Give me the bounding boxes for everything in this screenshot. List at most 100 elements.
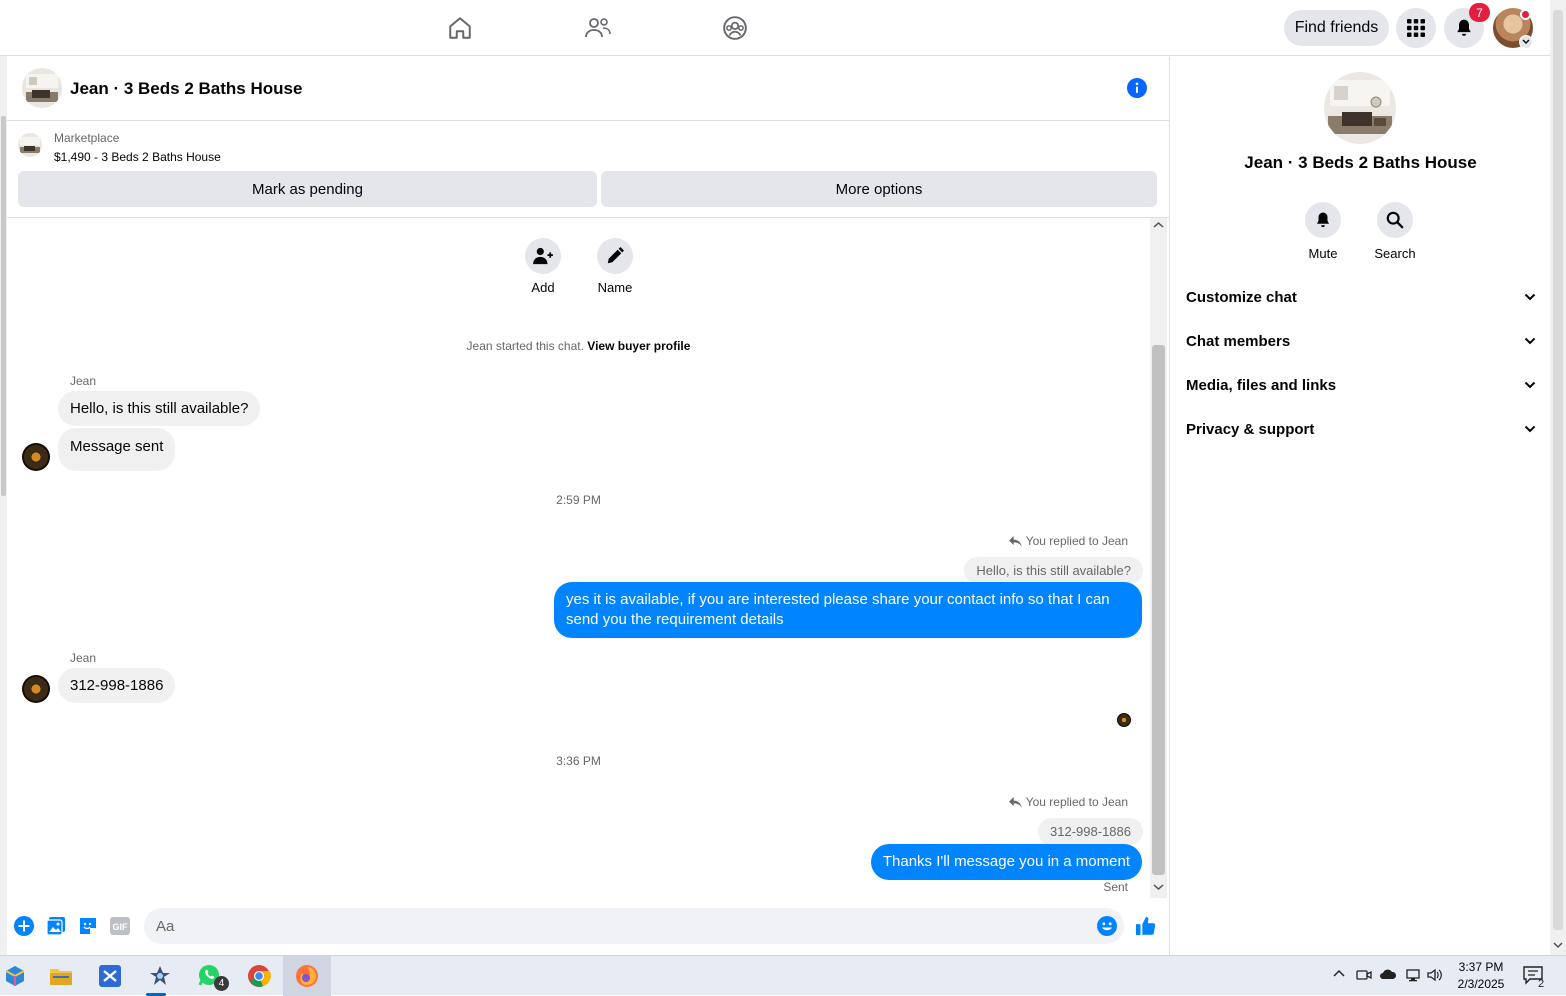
chat-details-panel: Jean · 3 Beds 2 Baths House Mute Search …: [1169, 57, 1550, 955]
view-buyer-profile-link[interactable]: View buyer profile: [587, 339, 690, 353]
notifications-count-badge: 7: [1469, 3, 1490, 22]
mark-as-pending-button[interactable]: Mark as pending: [18, 171, 597, 207]
chevron-down-icon: [1524, 381, 1536, 389]
pencil-icon: [597, 238, 633, 274]
chevron-down-icon: [1524, 425, 1536, 433]
chrome-icon[interactable]: [244, 961, 274, 991]
home-icon[interactable]: [440, 10, 480, 46]
search-in-chat-button[interactable]: Search: [1365, 202, 1425, 261]
profile-status-dot: [1520, 9, 1531, 20]
name-chat-button[interactable]: Name: [585, 238, 645, 295]
scroll-down-arrow-icon[interactable]: [1150, 882, 1167, 892]
add-people-button[interactable]: Add: [513, 238, 573, 295]
section-label: Media, files and links: [1186, 376, 1337, 394]
copilot-app-icon[interactable]: [0, 961, 30, 991]
sticker-icon[interactable]: [76, 914, 100, 938]
file-explorer-icon[interactable]: [46, 961, 76, 991]
marketplace-label: Marketplace: [54, 131, 120, 145]
thread-scrollbar-thumb[interactable]: [1152, 345, 1165, 875]
thumbs-up-icon[interactable]: [1134, 914, 1158, 938]
add-person-icon: [525, 238, 561, 274]
taskbar-clock-time[interactable]: 3:37 PM: [1445, 960, 1517, 974]
section-label: Privacy & support: [1186, 420, 1315, 438]
customize-chat-section[interactable]: Customize chat: [1186, 283, 1536, 311]
chat-members-section[interactable]: Chat members: [1186, 327, 1536, 355]
scroll-up-arrow-icon[interactable]: [1150, 220, 1167, 230]
scroll-down-arrow-icon[interactable]: [1550, 940, 1566, 950]
reply-note-text: You replied to Jean: [1025, 795, 1128, 809]
reply-arrow-icon: [1008, 535, 1022, 547]
photo-icon[interactable]: [44, 914, 68, 938]
dev-app-icon[interactable]: [145, 961, 175, 991]
message-status: Sent: [1103, 880, 1128, 894]
section-label: Customize chat: [1186, 288, 1297, 306]
mute-label: Mute: [1308, 246, 1338, 261]
incoming-message[interactable]: 312-998-1886: [58, 668, 176, 703]
listing-title[interactable]: $1,490 - 3 Beds 2 Baths House: [54, 150, 221, 164]
marketplace-listing-bar: Marketplace $1,490 - 3 Beds 2 Baths Hous…: [7, 121, 1169, 218]
timestamp: 2:59 PM: [556, 493, 601, 507]
chat-header: Jean · 3 Beds 2 Baths House: [7, 57, 1169, 121]
listing-thumbnail[interactable]: [18, 133, 42, 157]
find-friends-button[interactable]: Find friends: [1284, 10, 1389, 46]
reply-note: You replied to Jean: [1008, 795, 1128, 809]
search-label: Search: [1374, 246, 1416, 261]
page-scrollbar-thumb[interactable]: [1553, 10, 1563, 930]
outgoing-message[interactable]: yes it is available, if you are interest…: [554, 582, 1142, 638]
incoming-message[interactable]: Hello, is this still available?: [58, 391, 261, 426]
menu-grid-icon[interactable]: [1396, 8, 1436, 48]
groups-icon[interactable]: [715, 10, 755, 46]
show-hidden-icons-chevron-up-icon[interactable]: [1332, 968, 1346, 978]
thread-scrollbar[interactable]: [1150, 218, 1167, 898]
quoted-message[interactable]: 312-998-1886: [1038, 818, 1143, 845]
gif-label: GIF: [113, 922, 129, 932]
info-icon[interactable]: [1127, 78, 1147, 98]
network-icon[interactable]: [1405, 968, 1421, 982]
emoji-icon[interactable]: [1095, 914, 1119, 938]
chat-started-note: Jean started this chat. View buyer profi…: [7, 339, 1150, 353]
friends-icon[interactable]: [578, 10, 618, 46]
chat-details-avatar[interactable]: [1324, 72, 1396, 144]
message-composer: GIF: [7, 898, 1169, 955]
onedrive-cloud-icon[interactable]: [1379, 968, 1397, 980]
sender-name: Jean: [70, 374, 97, 388]
taskbar-clock-date[interactable]: 2/3/2025: [1445, 977, 1517, 991]
more-options-button[interactable]: More options: [601, 171, 1157, 207]
message-thread[interactable]: Add Name Jean started this chat. View bu…: [7, 218, 1150, 898]
windows-taskbar: 4 3:37 PM 2/3/2025 2: [0, 955, 1566, 996]
chevron-down-icon: [1524, 293, 1536, 301]
chevron-down-icon: [1524, 337, 1536, 345]
bell-icon: [1305, 202, 1341, 238]
timestamp: 3:36 PM: [556, 754, 601, 768]
plus-circle-icon[interactable]: [12, 914, 36, 938]
chevron-down-icon[interactable]: [1519, 35, 1533, 49]
quoted-message[interactable]: Hello, is this still available?: [964, 557, 1143, 584]
page-scrollbar[interactable]: [1550, 0, 1566, 955]
chat-details-title: Jean · 3 Beds 2 Baths House: [1244, 153, 1477, 172]
meet-now-camera-icon[interactable]: [1356, 968, 1372, 982]
reply-arrow-icon: [1008, 796, 1022, 808]
mute-button[interactable]: Mute: [1293, 202, 1353, 261]
privacy-support-section[interactable]: Privacy & support: [1186, 415, 1536, 443]
message-input[interactable]: [144, 908, 1124, 944]
incoming-message[interactable]: Message sent: [58, 428, 176, 471]
add-label: Add: [531, 280, 555, 295]
chat-avatar[interactable]: [22, 68, 62, 108]
media-files-links-section[interactable]: Media, files and links: [1186, 371, 1536, 399]
jean-avatar[interactable]: [22, 675, 50, 703]
left-scrollbar-thumb[interactable]: [1, 116, 6, 496]
left-scrollbar[interactable]: [0, 56, 7, 955]
name-label: Name: [597, 280, 633, 295]
search-icon: [1377, 202, 1413, 238]
jean-avatar[interactable]: [22, 443, 50, 471]
top-navigation-bar: Find friends 7: [0, 0, 1550, 56]
seen-by-avatar: [1117, 713, 1131, 727]
chat-title[interactable]: Jean · 3 Beds 2 Baths House: [70, 79, 302, 99]
outgoing-message[interactable]: Thanks I'll message you in a moment: [870, 844, 1142, 880]
volume-icon[interactable]: [1427, 968, 1443, 982]
firefox-icon[interactable]: [292, 961, 322, 991]
chat-started-text: Jean started this chat.: [466, 339, 584, 353]
visual-studio-icon[interactable]: [95, 961, 125, 991]
whatsapp-badge: 4: [214, 976, 229, 991]
gif-icon[interactable]: GIF: [108, 914, 132, 938]
